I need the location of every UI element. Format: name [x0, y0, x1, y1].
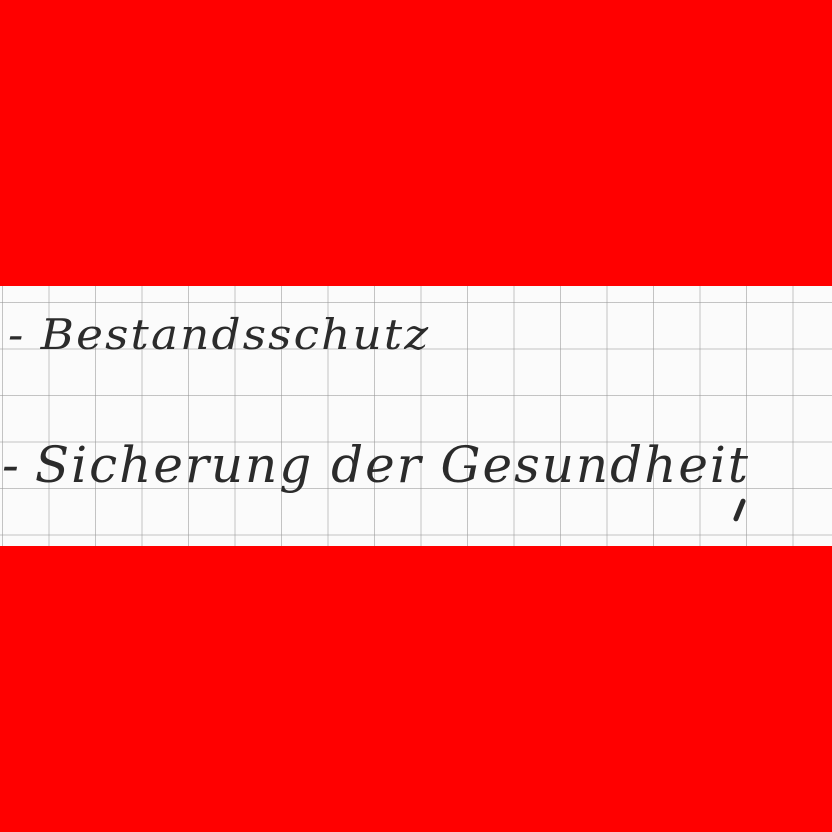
graph-paper-strip: - Bestandsschutz - Sicherung der Gesundhei… — [0, 286, 832, 546]
ink-stroke-mark — [732, 497, 747, 523]
note-line-1: - Bestandsschutz — [8, 310, 430, 359]
top-red-band — [0, 0, 832, 286]
note-text: Bestandsschutz — [40, 310, 431, 359]
bullet-dash: - — [8, 310, 26, 359]
bottom-red-band — [0, 546, 832, 832]
bullet-dash: - — [2, 436, 21, 494]
note-text: Sicherung der Gesundheit — [34, 436, 751, 494]
note-line-2: - Sicherung der Gesundheit — [2, 436, 750, 494]
